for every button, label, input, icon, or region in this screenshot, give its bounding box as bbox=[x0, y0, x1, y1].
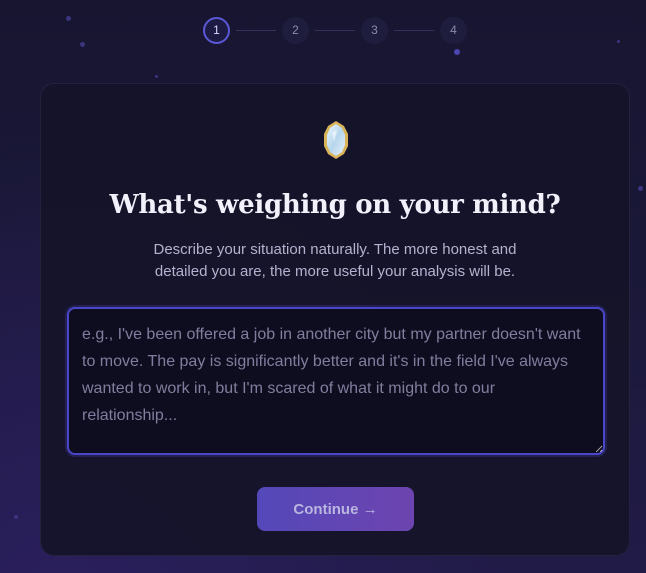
page-title: What's weighing on your mind? bbox=[109, 190, 561, 220]
step-connector bbox=[394, 29, 434, 31]
decorative-star bbox=[638, 186, 643, 191]
step-2[interactable]: 2 bbox=[282, 16, 309, 44]
step-connector bbox=[315, 29, 355, 31]
step-connector bbox=[236, 29, 276, 31]
decorative-star bbox=[66, 16, 71, 21]
decorative-star bbox=[80, 42, 85, 47]
mirror-icon bbox=[322, 120, 350, 160]
step-4[interactable]: 4 bbox=[440, 16, 467, 44]
situation-card: What's weighing on your mind? Describe y… bbox=[40, 83, 630, 556]
decorative-star bbox=[617, 40, 620, 43]
progress-stepper: 1 2 3 4 bbox=[203, 16, 467, 44]
page-subtitle: Describe your situation naturally. The m… bbox=[153, 241, 517, 280]
decorative-star bbox=[14, 515, 18, 519]
step-3[interactable]: 3 bbox=[361, 16, 388, 44]
step-1[interactable]: 1 bbox=[203, 16, 230, 44]
decorative-star bbox=[155, 75, 158, 78]
situation-textarea[interactable] bbox=[67, 307, 605, 455]
continue-button[interactable]: Continue → bbox=[257, 487, 414, 531]
decorative-star bbox=[454, 49, 460, 55]
